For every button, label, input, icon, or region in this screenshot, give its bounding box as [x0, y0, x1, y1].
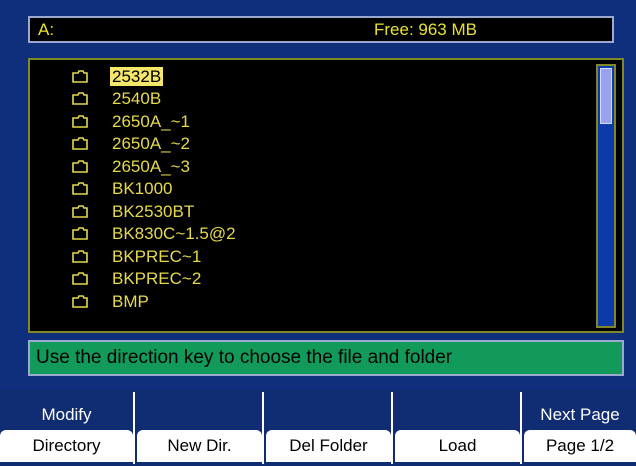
- file-row-bk1000[interactable]: BK1000: [70, 179, 175, 199]
- folder-icon: [70, 248, 90, 264]
- drive-header: A: Free: 963 MB: [28, 16, 614, 43]
- file-row-2650a-3[interactable]: 2650A_~3: [70, 156, 192, 176]
- softkey-del-folder[interactable]: Del Folder: [266, 392, 393, 464]
- file-row-bk2530bt[interactable]: BK2530BT: [70, 201, 196, 221]
- file-name: BK2530BT: [112, 201, 195, 221]
- folder-icon: [70, 271, 90, 287]
- folder-icon: [70, 113, 90, 129]
- file-name: 2650A_~2: [112, 134, 190, 153]
- folder-icon: [70, 91, 90, 107]
- softkey-1-bottom-label: Directory: [0, 430, 133, 462]
- softkey-bar: Modify Directory New Dir. Del Folder Loa…: [0, 390, 636, 466]
- file-name: BK830C~1.5@2: [112, 224, 236, 243]
- file-name: BKPREC~1: [112, 246, 202, 266]
- file-row-2532b[interactable]: 2532B: [70, 66, 164, 86]
- softkey-5-bottom-label: Page 1/2: [524, 430, 636, 462]
- drive-label: A:: [38, 20, 55, 39]
- file-row-bmp[interactable]: BMP: [70, 291, 151, 311]
- softkey-load[interactable]: Load: [395, 392, 522, 464]
- folder-icon: [70, 293, 90, 309]
- softkey-4-bottom-label: Load: [395, 430, 520, 462]
- file-name: BMP: [112, 291, 149, 311]
- softkey-next-page[interactable]: Next Page Page 1/2: [524, 392, 636, 464]
- file-list-panel: 2532B 2540B 2650A_~1 2650A_~2 2650A_~3 BK1000…: [28, 58, 624, 333]
- file-row-2540b[interactable]: 2540B: [70, 89, 163, 109]
- softkey-2-bottom-label: New Dir.: [137, 430, 262, 462]
- folder-icon: [70, 68, 90, 84]
- softkey-3-top-label: [266, 401, 391, 429]
- file-browser-screen: A: Free: 963 MB 2532B 2540B 2650A_~1 2650A_…: [0, 0, 636, 390]
- folder-icon: [70, 158, 90, 174]
- folder-icon: [70, 203, 90, 219]
- status-message: Use the direction key to choose the file…: [36, 347, 453, 368]
- file-row-bk830c-1-5-2[interactable]: BK830C~1.5@2: [70, 224, 238, 244]
- file-row-2650a-2[interactable]: 2650A_~2: [70, 134, 192, 154]
- free-space: Free: 963 MB: [374, 20, 477, 39]
- scrollbar[interactable]: [596, 64, 616, 328]
- softkey-new-dir[interactable]: New Dir.: [137, 392, 264, 464]
- file-name: BK1000: [112, 179, 173, 198]
- folder-icon: [70, 226, 90, 242]
- file-row-2650a-1[interactable]: 2650A_~1: [70, 111, 192, 131]
- softkey-1-top-label: Modify: [41, 405, 92, 424]
- softkey-4-top-label: [395, 401, 520, 429]
- file-name: BKPREC~2: [112, 269, 202, 288]
- softkey-3-bottom-label: Del Folder: [266, 430, 391, 462]
- folder-icon: [70, 136, 90, 152]
- folder-icon: [70, 181, 90, 197]
- file-name: 2540B: [112, 89, 162, 108]
- file-row-bkprec-1[interactable]: BKPREC~1: [70, 246, 203, 266]
- softkey-5-top-label: Next Page: [540, 405, 620, 424]
- file-name: 2532B: [110, 66, 164, 86]
- scroll-thumb[interactable]: [600, 68, 612, 124]
- file-name: 2650A_~3: [112, 156, 190, 176]
- file-row-bkprec-2[interactable]: BKPREC~2: [70, 269, 203, 289]
- softkey-2-top-label: [137, 401, 262, 429]
- status-message-bar: Use the direction key to choose the file…: [28, 340, 624, 376]
- softkey-directory[interactable]: Modify Directory: [0, 392, 135, 464]
- file-name: 2650A_~1: [112, 111, 190, 131]
